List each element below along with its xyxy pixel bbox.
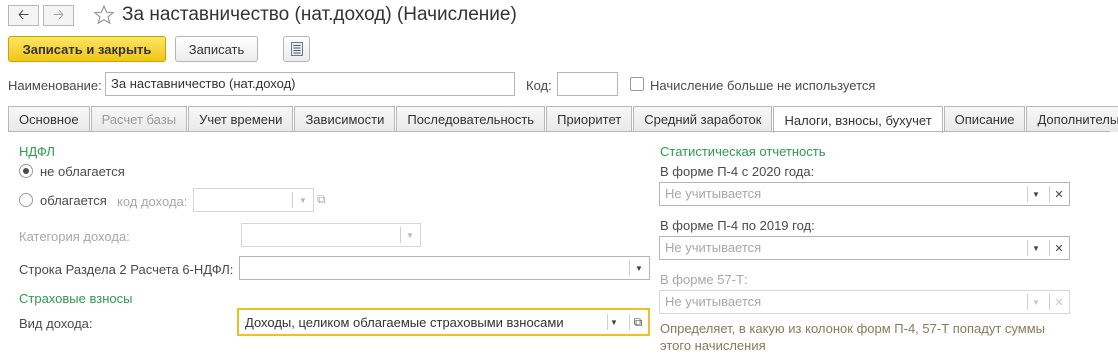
tab-taxes[interactable]: Налоги, взносы, бухучет	[773, 106, 943, 133]
page-title: За наставничество (нат.доход) (Начислени…	[122, 4, 517, 25]
code-label: Код:	[526, 78, 552, 93]
tab-description[interactable]: Описание	[943, 106, 1026, 132]
forward-button[interactable]: 🡢	[43, 5, 74, 26]
more-actions-button[interactable]	[283, 36, 310, 62]
income-type-select[interactable]: Доходы, целиком облагаемые страховыми вз…	[237, 308, 650, 336]
radio-taxed-label: облагается	[40, 193, 107, 208]
report-line-label: Строка Раздела 2 Расчета 6-НДФЛ:	[19, 262, 234, 277]
document-list-icon	[290, 42, 303, 56]
name-input[interactable]: За наставничество (нат.доход)	[105, 72, 515, 96]
ndfl-section-title: НДФЛ	[19, 144, 55, 159]
chevron-down-icon: ▼	[1032, 243, 1040, 253]
tab-dependencies[interactable]: Зависимости	[294, 106, 396, 132]
chevron-down-icon: ▼	[1032, 297, 1040, 307]
tab-time-tracking[interactable]: Учет времени	[188, 106, 294, 132]
f57t-select[interactable]: Не учитывается ▼ ✕	[659, 290, 1070, 314]
f57t-label: В форме 57-Т:	[660, 272, 748, 287]
income-code-label: код дохода:	[117, 194, 188, 209]
arrow-left-icon: 🡠	[17, 5, 30, 22]
report-line-select[interactable]: ▼	[239, 256, 650, 280]
unused-checkbox-label: Начисление больше не используется	[650, 78, 876, 93]
open-icon[interactable]: ⧉	[628, 310, 648, 334]
stats-section-title: Статистическая отчетность	[660, 144, 826, 159]
income-category-label: Категория дохода:	[19, 229, 130, 244]
income-category-select[interactable]: ▼	[241, 223, 421, 247]
unused-checkbox[interactable]	[630, 77, 644, 91]
arrow-right-icon: 🡢	[52, 5, 65, 22]
back-button[interactable]: 🡠	[8, 5, 39, 26]
open-icon[interactable]: ⧉	[317, 192, 333, 208]
chevron-down-icon: ▼	[635, 263, 643, 273]
p4-2020-select[interactable]: Не учитывается ▼ ✕	[659, 182, 1070, 206]
star-icon[interactable]	[92, 3, 116, 27]
close-icon[interactable]: ✕	[1049, 183, 1069, 205]
radio-taxed[interactable]	[19, 193, 33, 207]
p4-2020-label: В форме П-4 с 2020 года:	[660, 164, 815, 179]
tab-average-earnings[interactable]: Средний заработок	[633, 106, 773, 132]
code-input[interactable]	[557, 72, 618, 96]
chevron-down-icon: ▼	[299, 195, 307, 205]
radio-not-taxed[interactable]	[19, 164, 33, 178]
tab-additional[interactable]: Дополнительно	[1026, 106, 1118, 132]
chevron-down-icon: ▼	[1032, 189, 1040, 199]
tab-base-calculation[interactable]: Расчет базы	[90, 106, 188, 132]
name-label: Наименование:	[8, 78, 102, 93]
tab-divider	[8, 131, 1110, 132]
income-type-label: Вид дохода:	[19, 316, 93, 331]
close-icon: ✕	[1054, 296, 1064, 309]
tab-sequence[interactable]: Последовательность	[396, 106, 546, 132]
tab-main[interactable]: Основное	[8, 106, 90, 132]
income-code-input[interactable]: ▼	[193, 188, 314, 212]
p4-2019-label: В форме П-4 по 2019 год:	[660, 218, 815, 233]
chevron-down-icon: ▼	[406, 230, 414, 240]
radio-not-taxed-label: не облагается	[40, 164, 125, 179]
chevron-down-icon: ▼	[610, 317, 618, 327]
tab-priority[interactable]: Приоритет	[546, 106, 633, 132]
tab-bar: Основное Расчет базы Учет времени Зависи…	[8, 106, 1118, 133]
close-icon[interactable]: ✕	[1049, 237, 1069, 259]
save-and-close-button[interactable]: Записать и закрыть	[8, 36, 166, 62]
save-button[interactable]: Записать	[175, 36, 258, 62]
insurance-section-title: Страховые взносы	[19, 291, 133, 306]
p4-2019-select[interactable]: Не учитывается ▼ ✕	[659, 236, 1070, 260]
stats-hint: Определяет, в какую из колонок форм П-4,…	[660, 321, 1046, 353]
